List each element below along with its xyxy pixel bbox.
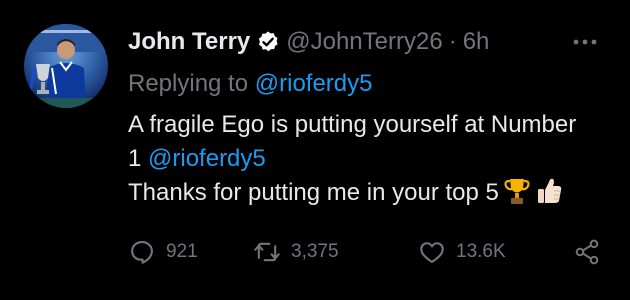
retweet-icon	[254, 242, 280, 262]
reply-button[interactable]: 921	[128, 238, 198, 266]
tweet[interactable]: John Terry @JohnTerry26 · 6h Replying to…	[0, 0, 630, 300]
handle[interactable]: @JohnTerry26	[286, 26, 442, 58]
retweet-count: 3,375	[291, 241, 339, 262]
tweet-text-line: 1 @rioferdy5	[128, 142, 608, 176]
tweet-text-line: A fragile Ego is putting yourself at Num…	[128, 111, 577, 138]
replying-to: Replying to @rioferdy5	[128, 68, 373, 100]
more-dots-icon[interactable]	[572, 32, 598, 52]
tweet-actions: 921 3,375 13.6K	[128, 238, 608, 270]
timestamp[interactable]: 6h	[463, 26, 490, 58]
tweet-text: A fragile Ego is putting yourself at Num…	[128, 108, 608, 216]
retweet-button[interactable]: 3,375	[253, 238, 339, 266]
body-mention[interactable]: @rioferdy5	[148, 145, 266, 172]
separator-dot: ·	[448, 28, 457, 55]
avatar[interactable]	[24, 24, 108, 108]
share-button[interactable]	[573, 238, 601, 266]
thumbs-up-icon	[535, 176, 563, 216]
replying-to-label: Replying to	[128, 70, 255, 97]
tweet-header: John Terry @JohnTerry26 · 6h	[128, 26, 489, 58]
share-icon	[575, 239, 599, 265]
tweet-text-fragment: Thanks for putting me in your top 5	[128, 179, 499, 206]
like-count: 13.6K	[456, 241, 506, 262]
like-button[interactable]: 13.6K	[418, 238, 506, 266]
reply-icon	[131, 241, 153, 264]
display-name[interactable]: John Terry	[128, 26, 250, 58]
tweet-text-line: Thanks for putting me in your top 5	[128, 176, 608, 216]
reply-count: 921	[166, 241, 198, 262]
verified-badge-icon	[256, 30, 280, 54]
like-icon	[420, 242, 444, 263]
replying-to-mention[interactable]: @rioferdy5	[255, 70, 373, 97]
tweet-text-fragment: 1	[128, 145, 149, 172]
trophy-icon	[503, 176, 531, 216]
